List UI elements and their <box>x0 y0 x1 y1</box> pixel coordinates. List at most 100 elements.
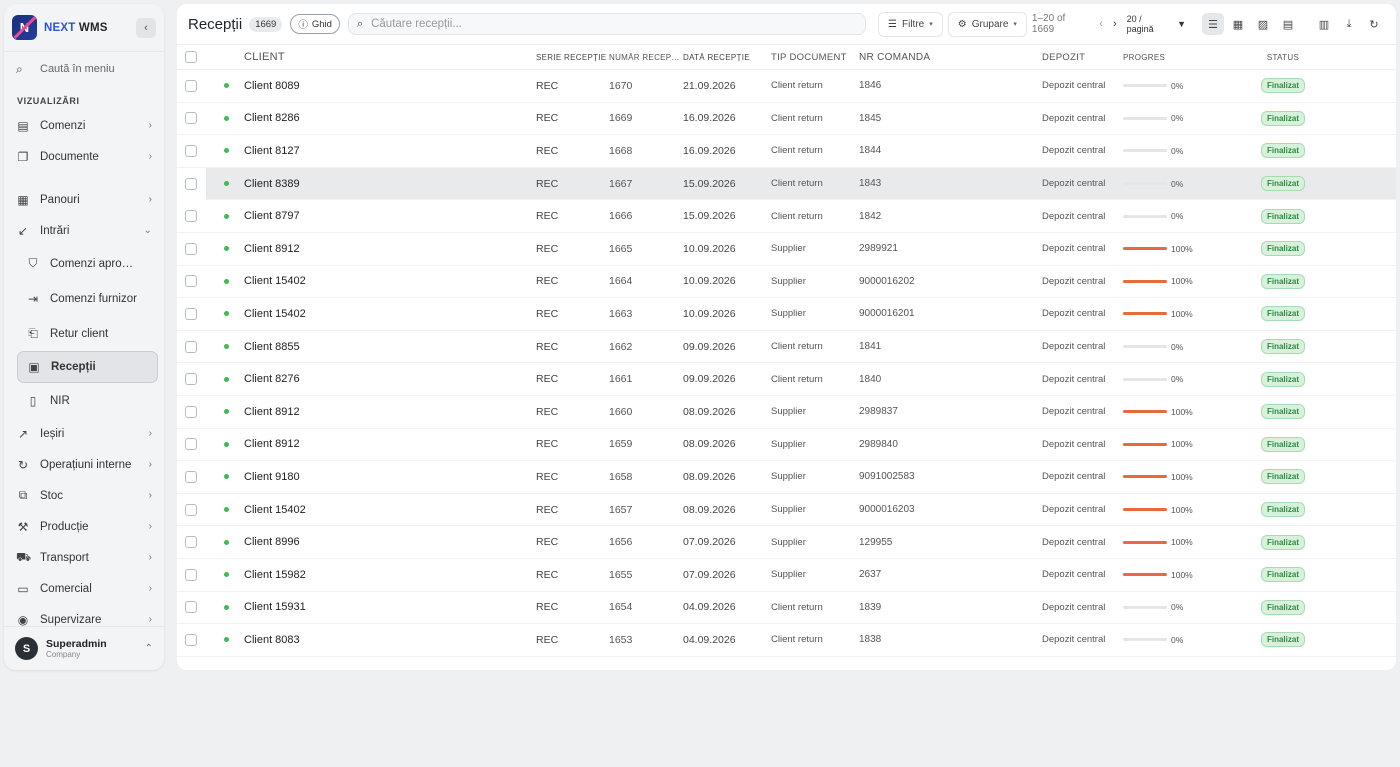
header-client[interactable]: CLIENT <box>244 51 536 63</box>
search-bar[interactable]: ⌕ <box>347 13 867 35</box>
table-row[interactable]: Client 15402 REC 1664 10.09.2026 Supplier 900… <box>177 266 1396 299</box>
table-row[interactable]: Client 8912 REC 1665 10.09.2026 Supplier 2989… <box>177 233 1396 266</box>
sidebar-item-transport[interactable]: ⛟ Transport › <box>4 542 164 573</box>
header-nr-comanda[interactable]: NR COMANDĂ <box>859 52 1042 63</box>
next-page-button[interactable]: › <box>1113 18 1117 30</box>
download-button[interactable]: ⤓ <box>1338 13 1360 35</box>
cell-depozit: Depozit central <box>1042 406 1106 418</box>
row-checkbox[interactable] <box>185 438 197 451</box>
table-row[interactable]: Client 8855 REC 1662 09.09.2026 Client retur… <box>177 331 1396 364</box>
refresh-button[interactable]: ↻ <box>1363 13 1385 35</box>
toolbar: Recepții 1669 ⓘ Ghid ⌕ ☰ Filtre ▾ ⚙ Grup… <box>177 4 1396 45</box>
menu-search[interactable]: ⌕ Caută în meniu <box>4 52 164 86</box>
row-checkbox[interactable] <box>185 307 197 320</box>
select-all-checkbox[interactable] <box>185 51 197 63</box>
filters-button[interactable]: ☰ Filtre ▾ <box>878 11 943 37</box>
table-row[interactable]: Client 8912 REC 1660 08.09.2026 Supplier 2989… <box>177 396 1396 429</box>
row-checkbox[interactable] <box>185 340 197 353</box>
sidebar-item-comenzi[interactable]: ▤ Comenzi › <box>4 110 164 141</box>
row-checkbox[interactable] <box>185 405 197 418</box>
chart-view-button[interactable]: ▨ <box>1252 13 1274 35</box>
grid-view-button[interactable]: ▦ <box>1227 13 1249 35</box>
sidebar-item-intrari[interactable]: ↙ Intrări ⌄ <box>4 215 164 246</box>
sidebar-item-productie[interactable]: ⚒ Producție › <box>4 511 164 542</box>
status-dot <box>223 83 229 89</box>
row-checkbox[interactable] <box>185 503 197 516</box>
arrow-up-right-icon: ↗ <box>17 426 29 441</box>
calendar-view-button[interactable]: ▤ <box>1277 13 1299 35</box>
table-row[interactable]: Client 8083 REC 1653 04.09.2026 Client retur… <box>177 624 1396 657</box>
table-row[interactable]: Client 15402 REC 1657 08.09.2026 Supplier 900… <box>177 494 1396 527</box>
row-checkbox[interactable] <box>185 373 197 386</box>
table-row[interactable]: Client 9180 REC 1658 08.09.2026 Supplier 9091… <box>177 461 1396 494</box>
table-row[interactable]: Client 8286 REC 1669 16.09.2026 Client retur… <box>177 103 1396 136</box>
per-page-select[interactable]: 20 / pagină ▼ <box>1127 14 1186 34</box>
status-badge: Finalizat <box>1260 469 1305 485</box>
cell-numar: 1653 <box>609 633 633 646</box>
prev-page-button[interactable]: ‹ <box>1099 18 1103 30</box>
row-checkbox[interactable] <box>185 210 197 223</box>
table-row[interactable]: Client 8276 REC 1661 09.09.2026 Client retur… <box>177 363 1396 396</box>
row-checkbox[interactable] <box>185 144 197 157</box>
calendar-icon: ▤ <box>1282 18 1294 31</box>
header-progres[interactable]: PROGRES <box>1123 53 1243 62</box>
table-row[interactable]: Client 8912 REC 1659 08.09.2026 Supplier 2989… <box>177 429 1396 462</box>
user-menu[interactable]: S Superadmin Company ⌃ <box>4 626 164 670</box>
row-checkbox[interactable] <box>185 568 197 581</box>
sidebar-item-operatiuni-interne[interactable]: ↻ Operațiuni interne › <box>4 449 164 480</box>
app-logo[interactable]: N <box>12 15 37 40</box>
cell-progres: 100% <box>1123 505 1243 515</box>
table-row[interactable]: Client 8089 REC 1670 21.09.2026 Client retur… <box>177 70 1396 103</box>
header-numar[interactable]: NUMĂR RECEPȚIE <box>609 53 683 62</box>
sidebar-item-comenzi-furnizor[interactable]: ⇥ Comenzi furnizor <box>4 281 164 316</box>
header-serie[interactable]: SERIE RECEPȚIE <box>536 53 609 62</box>
chevron-right-icon: › <box>148 120 152 131</box>
table-row[interactable]: Client 8996 REC 1656 07.09.2026 Supplier 1299… <box>177 526 1396 559</box>
guide-button[interactable]: ⓘ Ghid <box>290 14 340 34</box>
status-badge: Finalizat <box>1260 404 1305 420</box>
search-input[interactable] <box>371 18 858 30</box>
collapse-sidebar-button[interactable]: ‹ <box>136 17 156 38</box>
progress-fill <box>1123 442 1167 446</box>
row-checkbox[interactable] <box>185 470 197 483</box>
row-checkbox[interactable] <box>185 112 197 125</box>
cell-client: Client 15982 <box>244 568 306 581</box>
progress-bar <box>1123 573 1167 577</box>
table-row[interactable]: Client 15982 REC 1655 07.09.2026 Supplier 263… <box>177 559 1396 592</box>
table-row[interactable]: Client 8127 REC 1668 16.09.2026 Client retur… <box>177 135 1396 168</box>
header-tip[interactable]: TIP DOCUMENT <box>771 52 859 63</box>
table-row[interactable]: Client 15402 REC 1663 10.09.2026 Supplier 900… <box>177 298 1396 331</box>
row-checkbox[interactable] <box>185 242 197 255</box>
sidebar-item-iesiri[interactable]: ↗ Ieșiri › <box>4 418 164 449</box>
chevron-right-icon: › <box>148 490 152 501</box>
sidebar-item-retur-client[interactable]: ⎗ Retur client <box>4 316 164 351</box>
header-data[interactable]: DATĂ RECEPȚIE <box>683 53 771 62</box>
table-row[interactable]: Client 15931 REC 1654 04.09.2026 Client retu… <box>177 592 1396 625</box>
cell-nr-comanda: 1838 <box>859 634 882 646</box>
sidebar-item-receptii[interactable]: ▣ Recepții <box>17 351 158 383</box>
grid-icon: ▦ <box>1232 18 1244 31</box>
sidebar-item-nir[interactable]: ▯ NIR <box>4 383 164 418</box>
row-checkbox[interactable] <box>185 536 197 549</box>
row-checkbox[interactable] <box>185 275 197 288</box>
sidebar-item-comercial[interactable]: ▭ Comercial › <box>4 573 164 604</box>
sidebar-item-comenzi-aprovizionare[interactable]: ⛉ Comenzi aprovizionare <box>4 246 164 281</box>
row-checkbox[interactable] <box>185 177 197 190</box>
group-button[interactable]: ⚙ Grupare ▾ <box>947 11 1027 37</box>
sidebar-item-panouri[interactable]: ▦ Panouri › <box>4 184 164 215</box>
list-view-button[interactable]: ☰ <box>1202 13 1224 35</box>
count-badge: 1669 <box>249 16 283 32</box>
table-row[interactable]: Client 8797 REC 1666 15.09.2026 Client retur… <box>177 200 1396 233</box>
sidebar-item-documente[interactable]: ❐ Documente › <box>4 141 164 172</box>
progress-text: 100% <box>1171 243 1193 254</box>
header-status[interactable]: STATUS <box>1243 53 1323 62</box>
row-checkbox[interactable] <box>185 79 197 92</box>
sidebar-item-stoc[interactable]: ⧉ Stoc › <box>4 480 164 511</box>
status-badge: Finalizat <box>1260 436 1305 452</box>
list-icon: ▤ <box>17 118 29 133</box>
columns-button[interactable]: ▥ <box>1313 13 1335 35</box>
header-depozit[interactable]: DEPOZIT <box>1042 52 1123 63</box>
row-checkbox[interactable] <box>185 633 197 646</box>
table-row[interactable]: Client 8389 REC 1667 15.09.2026 Client retur… <box>185 167 1396 201</box>
row-checkbox[interactable] <box>185 601 197 614</box>
